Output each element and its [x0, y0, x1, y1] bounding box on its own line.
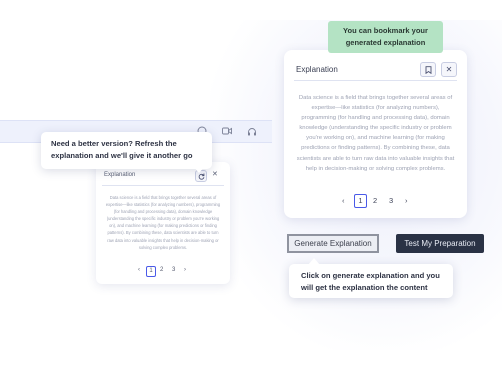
explanation-pager: ‹ 1 2 3 ›	[340, 194, 420, 208]
page-3-button[interactable]: 3	[172, 267, 175, 273]
small-card-body: Data science is a field that brings toge…	[105, 195, 221, 250]
close-icon[interactable]: ✕	[212, 170, 218, 178]
explanation-card-header: Explanation ✕	[294, 59, 457, 81]
small-card-header: Explanation ✕	[102, 168, 224, 186]
headset-icon[interactable]	[244, 124, 260, 138]
explanation-card: Explanation ✕ Data science is a field th…	[284, 50, 467, 218]
generate-explanation-button[interactable]: Generate Explanation	[287, 234, 379, 253]
small-explanation-card: Explanation ✕ Data science is a field th…	[96, 162, 230, 284]
generate-callout: Click on generate explanation and you wi…	[289, 258, 453, 298]
pager-prev-button[interactable]: ‹	[138, 267, 140, 273]
small-card-title: Explanation	[104, 172, 136, 178]
page-2-button[interactable]: 2	[373, 196, 377, 205]
pager-next-button[interactable]: ›	[405, 196, 408, 205]
explanation-body: Data science is a field that brings toge…	[296, 95, 455, 172]
generate-callout-arrow	[308, 258, 320, 265]
test-my-preparation-button[interactable]: Test My Preparation	[396, 234, 484, 253]
page-1-button[interactable]: 1	[146, 266, 156, 277]
generate-callout-text: Click on generate explanation and you wi…	[301, 271, 440, 292]
explanation-card-title: Explanation	[296, 65, 338, 74]
page-1-button[interactable]: 1	[354, 194, 367, 208]
pager-next-button[interactable]: ›	[184, 267, 186, 273]
bookmark-tooltip: You can bookmark your generated explanat…	[328, 21, 443, 53]
video-icon[interactable]	[219, 124, 235, 138]
page-3-button[interactable]: 3	[389, 196, 393, 205]
close-icon[interactable]: ✕	[441, 62, 457, 77]
refresh-callout: Need a better version? Refresh the expla…	[41, 132, 212, 173]
page-2-button[interactable]: 2	[160, 267, 163, 273]
refresh-callout-arrow	[193, 166, 205, 173]
bookmark-icon[interactable]	[420, 62, 436, 77]
refresh-callout-text: Need a better version? Refresh the expla…	[51, 139, 193, 160]
pager-prev-button[interactable]: ‹	[342, 196, 345, 205]
small-card-pager: ‹ 1 2 3 ›	[136, 266, 196, 277]
